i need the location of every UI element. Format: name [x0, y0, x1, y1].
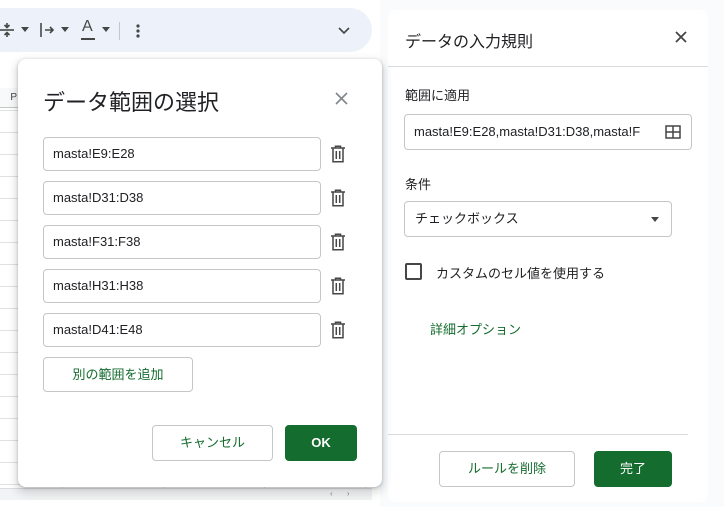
grid-select-icon[interactable]	[665, 125, 681, 139]
apply-to-range-input[interactable]: masta!E9:E28,masta!D31:D38,masta!F	[404, 114, 692, 150]
custom-values-checkbox[interactable]	[405, 263, 422, 280]
apply-to-range-label: 範囲に適用	[405, 88, 471, 103]
trash-icon[interactable]	[330, 145, 346, 163]
remove-rule-button[interactable]: ルールを削除	[439, 451, 575, 487]
dropdown-caret-icon	[651, 217, 659, 222]
criteria-select[interactable]: チェックボックス	[404, 201, 672, 237]
apply-to-range-value: masta!E9:E28,masta!D31:D38,masta!F	[414, 124, 641, 139]
grid-row-line	[0, 484, 20, 485]
trash-icon[interactable]	[330, 189, 346, 207]
grid-row-line	[0, 220, 20, 221]
trash-icon[interactable]	[330, 233, 346, 251]
close-icon[interactable]	[335, 92, 348, 105]
range-input[interactable]: masta!H31:H38	[43, 269, 321, 303]
grid-row-line	[0, 374, 20, 375]
grid-row-line	[0, 286, 20, 287]
panel-title: データの入力規則	[405, 34, 534, 51]
text-direction-caret-icon[interactable]	[61, 27, 69, 32]
horizontal-scrollbar[interactable]	[0, 488, 372, 500]
vertical-align-caret-icon[interactable]	[21, 27, 29, 32]
dialog-title: データ範囲の選択	[43, 90, 220, 115]
ok-button[interactable]: OK	[285, 425, 357, 461]
data-validation-panel: データの入力規則 範囲に適用 masta!E9:E28,masta!D31:D3…	[388, 10, 708, 502]
grid-row-line	[0, 132, 20, 133]
trash-icon[interactable]	[330, 277, 346, 295]
grid-row-line	[0, 396, 20, 397]
grid-row-line	[0, 462, 20, 463]
grid-row-line	[0, 330, 20, 331]
text-color-icon[interactable]: A	[82, 18, 93, 36]
text-color-caret-icon[interactable]	[102, 27, 110, 32]
more-vert-icon[interactable]	[135, 23, 141, 39]
criteria-select-value: チェックボックス	[415, 211, 519, 226]
scroll-arrows-icon[interactable]: ‹ ›	[330, 489, 356, 498]
grid-row-line	[0, 176, 20, 177]
grid-row-line	[0, 110, 20, 111]
close-icon[interactable]	[674, 30, 688, 44]
panel-divider	[388, 434, 688, 435]
done-button[interactable]: 完了	[594, 451, 672, 487]
criteria-label: 条件	[405, 177, 432, 192]
range-input[interactable]: masta!E9:E28	[43, 137, 321, 171]
grid-row-line	[0, 154, 20, 155]
range-input[interactable]: masta!D41:E48	[43, 313, 321, 347]
grid-row-line	[0, 352, 20, 353]
panel-header: データの入力規則	[388, 10, 708, 67]
grid-row-line	[0, 418, 20, 419]
range-input[interactable]: masta!D31:D38	[43, 181, 321, 215]
text-direction-icon[interactable]	[39, 22, 55, 38]
grid-row-line	[0, 308, 20, 309]
toolbar: A	[0, 8, 372, 52]
text-color-underline	[81, 38, 95, 40]
grid-row-line	[0, 264, 20, 265]
vertical-align-icon[interactable]	[0, 22, 14, 38]
advanced-options-link[interactable]: 詳細オプション	[430, 319, 521, 338]
trash-icon[interactable]	[330, 321, 346, 339]
chevron-down-icon[interactable]	[336, 22, 352, 38]
toolbar-separator	[119, 22, 120, 40]
cancel-button[interactable]: キャンセル	[152, 425, 273, 461]
custom-values-label[interactable]: カスタムのセル値を使用する	[436, 263, 605, 282]
grid-row-line	[0, 440, 20, 441]
select-data-range-dialog: データ範囲の選択 masta!E9:E28 masta!D31:D38 mast…	[18, 59, 382, 487]
range-input[interactable]: masta!F31:F38	[43, 225, 321, 259]
add-range-button[interactable]: 別の範囲を追加	[43, 357, 193, 392]
grid-row-line	[0, 198, 20, 199]
grid-row-line	[0, 242, 20, 243]
